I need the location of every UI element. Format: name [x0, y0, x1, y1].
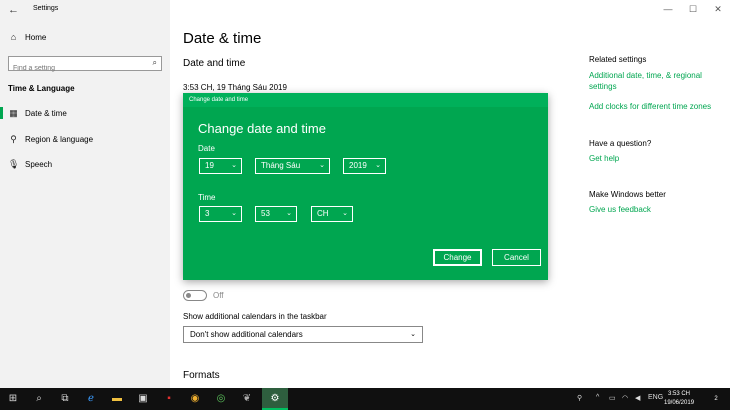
edge-browser-icon[interactable]: ℯ: [83, 391, 99, 407]
day-value: 19: [205, 161, 214, 170]
home-label: Home: [25, 33, 47, 42]
change-button[interactable]: Change: [433, 249, 482, 266]
chevron-down-icon: ⌄: [410, 331, 416, 338]
day-dropdown[interactable]: 19 ⌄: [199, 158, 242, 174]
chevron-down-icon: ⌄: [342, 210, 348, 217]
minute-dropdown[interactable]: 53 ⌄: [255, 206, 297, 222]
page-title: Date & time: [183, 30, 262, 47]
sidebar-item-label: Region & language: [25, 134, 94, 144]
volume-icon[interactable]: ◀: [635, 394, 640, 402]
taskbar: ⊞ ⌕ ⧉ ℯ ▬ ▣ ▪ ◉ ◎ ❦ ⚙ ⚲ ^ ▭ ◠ ◀ ENG 3:53…: [0, 388, 730, 410]
calendars-label: Show additional calendars in the taskbar: [183, 312, 327, 321]
hour-value: 3: [205, 209, 210, 218]
people-icon[interactable]: ⚲: [577, 394, 582, 402]
change-date-time-dialog: Change date and time Change date and tim…: [183, 93, 548, 280]
make-better-heading: Make Windows better: [589, 190, 666, 199]
chrome-icon[interactable]: ◉: [187, 391, 203, 407]
dialog-titlebar: Change date and time: [183, 93, 548, 107]
clock-time: 3:53 CH: [668, 391, 691, 397]
search-icon[interactable]: ⌕: [31, 391, 47, 407]
ampm-value: CH: [317, 209, 329, 218]
feedback-link[interactable]: Give us feedback: [589, 205, 719, 214]
question-heading: Have a question?: [589, 139, 652, 148]
taskbar-clock[interactable]: 3:53 CH 19/06/2019: [664, 390, 694, 408]
app-icon[interactable]: ◎: [213, 391, 229, 407]
minute-value: 53: [261, 209, 270, 218]
app-icon[interactable]: ❦: [239, 391, 255, 407]
clock-date: 19/06/2019: [664, 400, 695, 406]
hour-dropdown[interactable]: 3 ⌄: [199, 206, 242, 222]
chevron-down-icon: ⌄: [231, 210, 237, 217]
cancel-button[interactable]: Cancel: [492, 249, 541, 266]
calendars-dropdown[interactable]: Don't show additional calendars ⌄: [183, 326, 423, 343]
task-view-icon[interactable]: ⧉: [57, 391, 73, 407]
window-titlebar: ← Settings — ☐ ✕: [0, 0, 730, 20]
related-heading: Related settings: [589, 55, 647, 64]
search-icon[interactable]: ⌕: [153, 58, 157, 68]
search-input[interactable]: [9, 62, 139, 75]
language-indicator[interactable]: ENG: [648, 394, 663, 401]
date-label: Date: [198, 144, 215, 153]
year-value: 2019: [349, 161, 367, 170]
dialog-heading: Change date and time: [198, 121, 326, 136]
toggle-state-label: Off: [213, 291, 224, 300]
add-clocks-link[interactable]: Add clocks for different time zones: [589, 102, 724, 111]
settings-taskbar-button[interactable]: ⚙: [262, 388, 288, 410]
app-icon[interactable]: ▪: [161, 391, 177, 407]
ampm-dropdown[interactable]: CH ⌄: [311, 206, 353, 222]
current-datetime: 3:53 CH, 19 Tháng Sáu 2019: [183, 83, 287, 92]
store-icon[interactable]: ▣: [135, 391, 151, 407]
start-windows-icon[interactable]: ⊞: [5, 391, 21, 407]
minimize-icon[interactable]: —: [661, 3, 675, 15]
sidebar: ⌂ Home ⌕ Time & Language ▦ Date & time ⚲…: [0, 0, 170, 388]
home-nav-item[interactable]: ⌂ Home: [8, 32, 47, 43]
section-subtitle: Date and time: [183, 58, 246, 69]
home-icon: ⌂: [10, 32, 17, 42]
additional-settings-link[interactable]: Additional date, time, & regional settin…: [589, 70, 719, 92]
wifi-icon[interactable]: ◠: [622, 394, 628, 402]
sidebar-item-label: Date & time: [25, 108, 67, 118]
calendars-value: Don't show additional calendars: [190, 330, 303, 339]
year-dropdown[interactable]: 2019 ⌄: [343, 158, 386, 174]
sidebar-item-label: Speech: [25, 159, 53, 169]
month-dropdown[interactable]: Tháng Sáu ⌄: [255, 158, 330, 174]
close-icon[interactable]: ✕: [711, 3, 725, 15]
file-explorer-icon[interactable]: ▬: [109, 391, 125, 407]
chevron-down-icon: ⌄: [231, 162, 237, 169]
section-label: Time & Language: [8, 84, 75, 93]
battery-icon[interactable]: ▭: [609, 394, 616, 402]
app-title: Settings: [33, 5, 59, 12]
maximize-icon[interactable]: ☐: [686, 3, 700, 15]
notification-count: 2: [714, 396, 718, 402]
chevron-down-icon: ⌄: [286, 210, 292, 217]
chevron-up-icon[interactable]: ^: [596, 394, 599, 401]
sidebar-item-region-language[interactable]: ⚲ Region & language: [0, 129, 170, 149]
gear-icon: ⚙: [270, 393, 280, 404]
sidebar-item-speech[interactable]: 🎙︎ Speech: [0, 154, 170, 174]
get-help-link[interactable]: Get help: [589, 154, 719, 163]
daylight-saving-toggle[interactable]: [183, 290, 207, 301]
time-label: Time: [198, 193, 216, 202]
month-value: Tháng Sáu: [261, 161, 301, 170]
search-box[interactable]: ⌕: [8, 56, 162, 75]
calendar-clock-icon: ▦: [9, 107, 18, 118]
chevron-down-icon: ⌄: [319, 162, 325, 169]
microphone-icon: 🎙︎: [8, 158, 20, 169]
back-arrow-icon[interactable]: ←: [8, 3, 22, 17]
formats-heading: Formats: [183, 370, 220, 381]
chevron-down-icon: ⌄: [375, 162, 381, 169]
sidebar-item-date-time[interactable]: ▦ Date & time: [0, 103, 170, 123]
notification-center-icon[interactable]: 2: [710, 392, 722, 406]
region-icon: ⚲: [10, 133, 17, 144]
